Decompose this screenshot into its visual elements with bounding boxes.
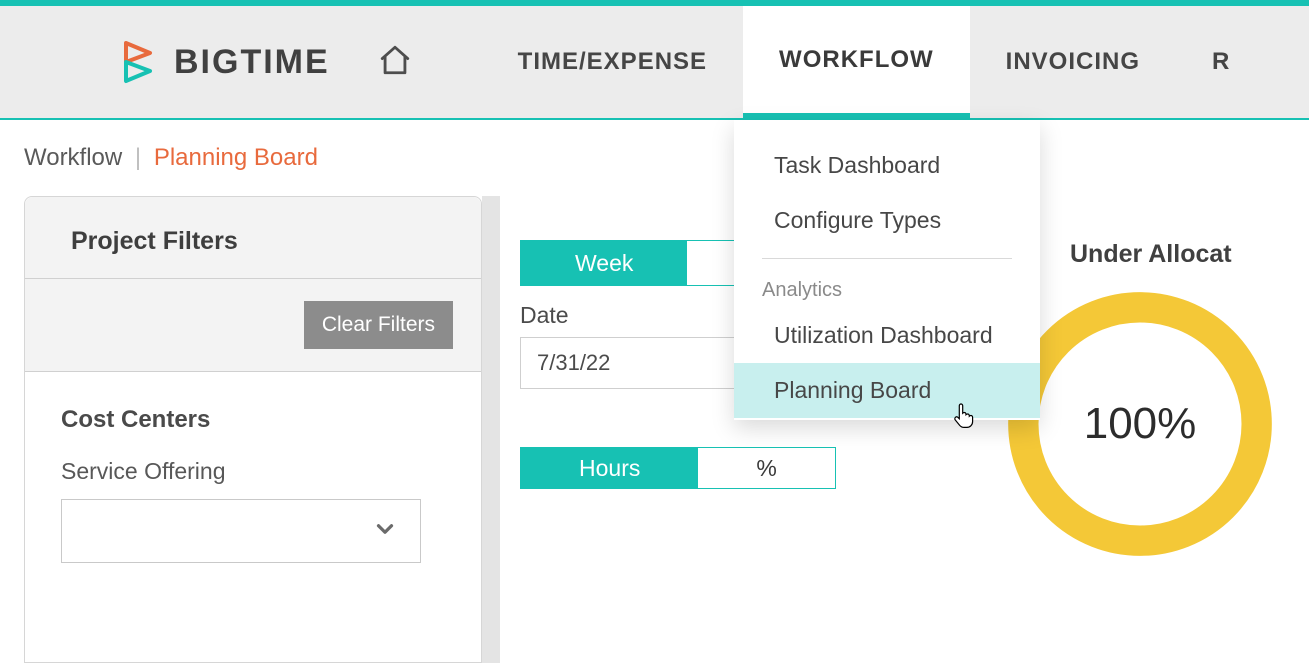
breadcrumb: Workflow | Planning Board (0, 120, 1309, 196)
main-nav: TIME/EXPENSE WORKFLOW INVOICING R (482, 6, 1231, 118)
breadcrumb-root[interactable]: Workflow (24, 144, 122, 171)
menu-group-analytics: Analytics (734, 269, 1040, 308)
panel-splitter[interactable] (482, 196, 500, 663)
cost-centers-title: Cost Centers (61, 406, 445, 434)
app-header: BIGTIME TIME/EXPENSE WORKFLOW INVOICING … (0, 6, 1309, 120)
breadcrumb-sep: | (135, 144, 141, 171)
filters-header: Project Filters Clear Filters (25, 197, 481, 372)
service-offering-select[interactable] (61, 499, 421, 563)
allocation-dial-title: Under Allocat (1070, 240, 1232, 269)
filters-title: Project Filters (25, 197, 481, 279)
menu-utilization-dashboard[interactable]: Utilization Dashboard (734, 308, 1040, 363)
menu-planning-board[interactable]: Planning Board (734, 363, 1040, 418)
unit-percent-option[interactable]: % (698, 448, 834, 488)
menu-divider (762, 258, 1012, 259)
brand-logo-text: BIGTIME (174, 43, 330, 82)
allocation-dial: 100% (1000, 284, 1280, 564)
service-offering-label: Service Offering (61, 458, 445, 485)
menu-task-dashboard[interactable]: Task Dashboard (734, 138, 1040, 193)
unit-hours-option[interactable]: Hours (521, 448, 698, 488)
home-icon[interactable] (378, 43, 412, 82)
nav-reports[interactable]: R (1176, 6, 1230, 118)
unit-toggle: Hours % (520, 447, 836, 489)
nav-time-expense[interactable]: TIME/EXPENSE (482, 6, 743, 118)
period-week-option[interactable]: Week (521, 241, 687, 285)
filters-sidebar: Project Filters Clear Filters Cost Cente… (24, 196, 482, 663)
filters-body: Cost Centers Service Offering (25, 372, 481, 597)
nav-workflow[interactable]: WORKFLOW (743, 6, 970, 118)
workflow-dropdown: Task Dashboard Configure Types Analytics… (734, 120, 1040, 420)
nav-invoicing[interactable]: INVOICING (970, 6, 1176, 118)
menu-configure-types[interactable]: Configure Types (734, 193, 1040, 248)
breadcrumb-current: Planning Board (154, 144, 318, 171)
main-content: Project Filters Clear Filters Cost Cente… (0, 196, 1309, 663)
clear-filters-button[interactable]: Clear Filters (304, 301, 453, 349)
allocation-dial-value: 100% (1084, 399, 1197, 449)
chevron-down-icon (372, 516, 398, 547)
brand-logo[interactable]: BIGTIME (120, 39, 330, 85)
brand-logo-mark (120, 39, 160, 85)
filters-clear-row: Clear Filters (25, 279, 481, 372)
